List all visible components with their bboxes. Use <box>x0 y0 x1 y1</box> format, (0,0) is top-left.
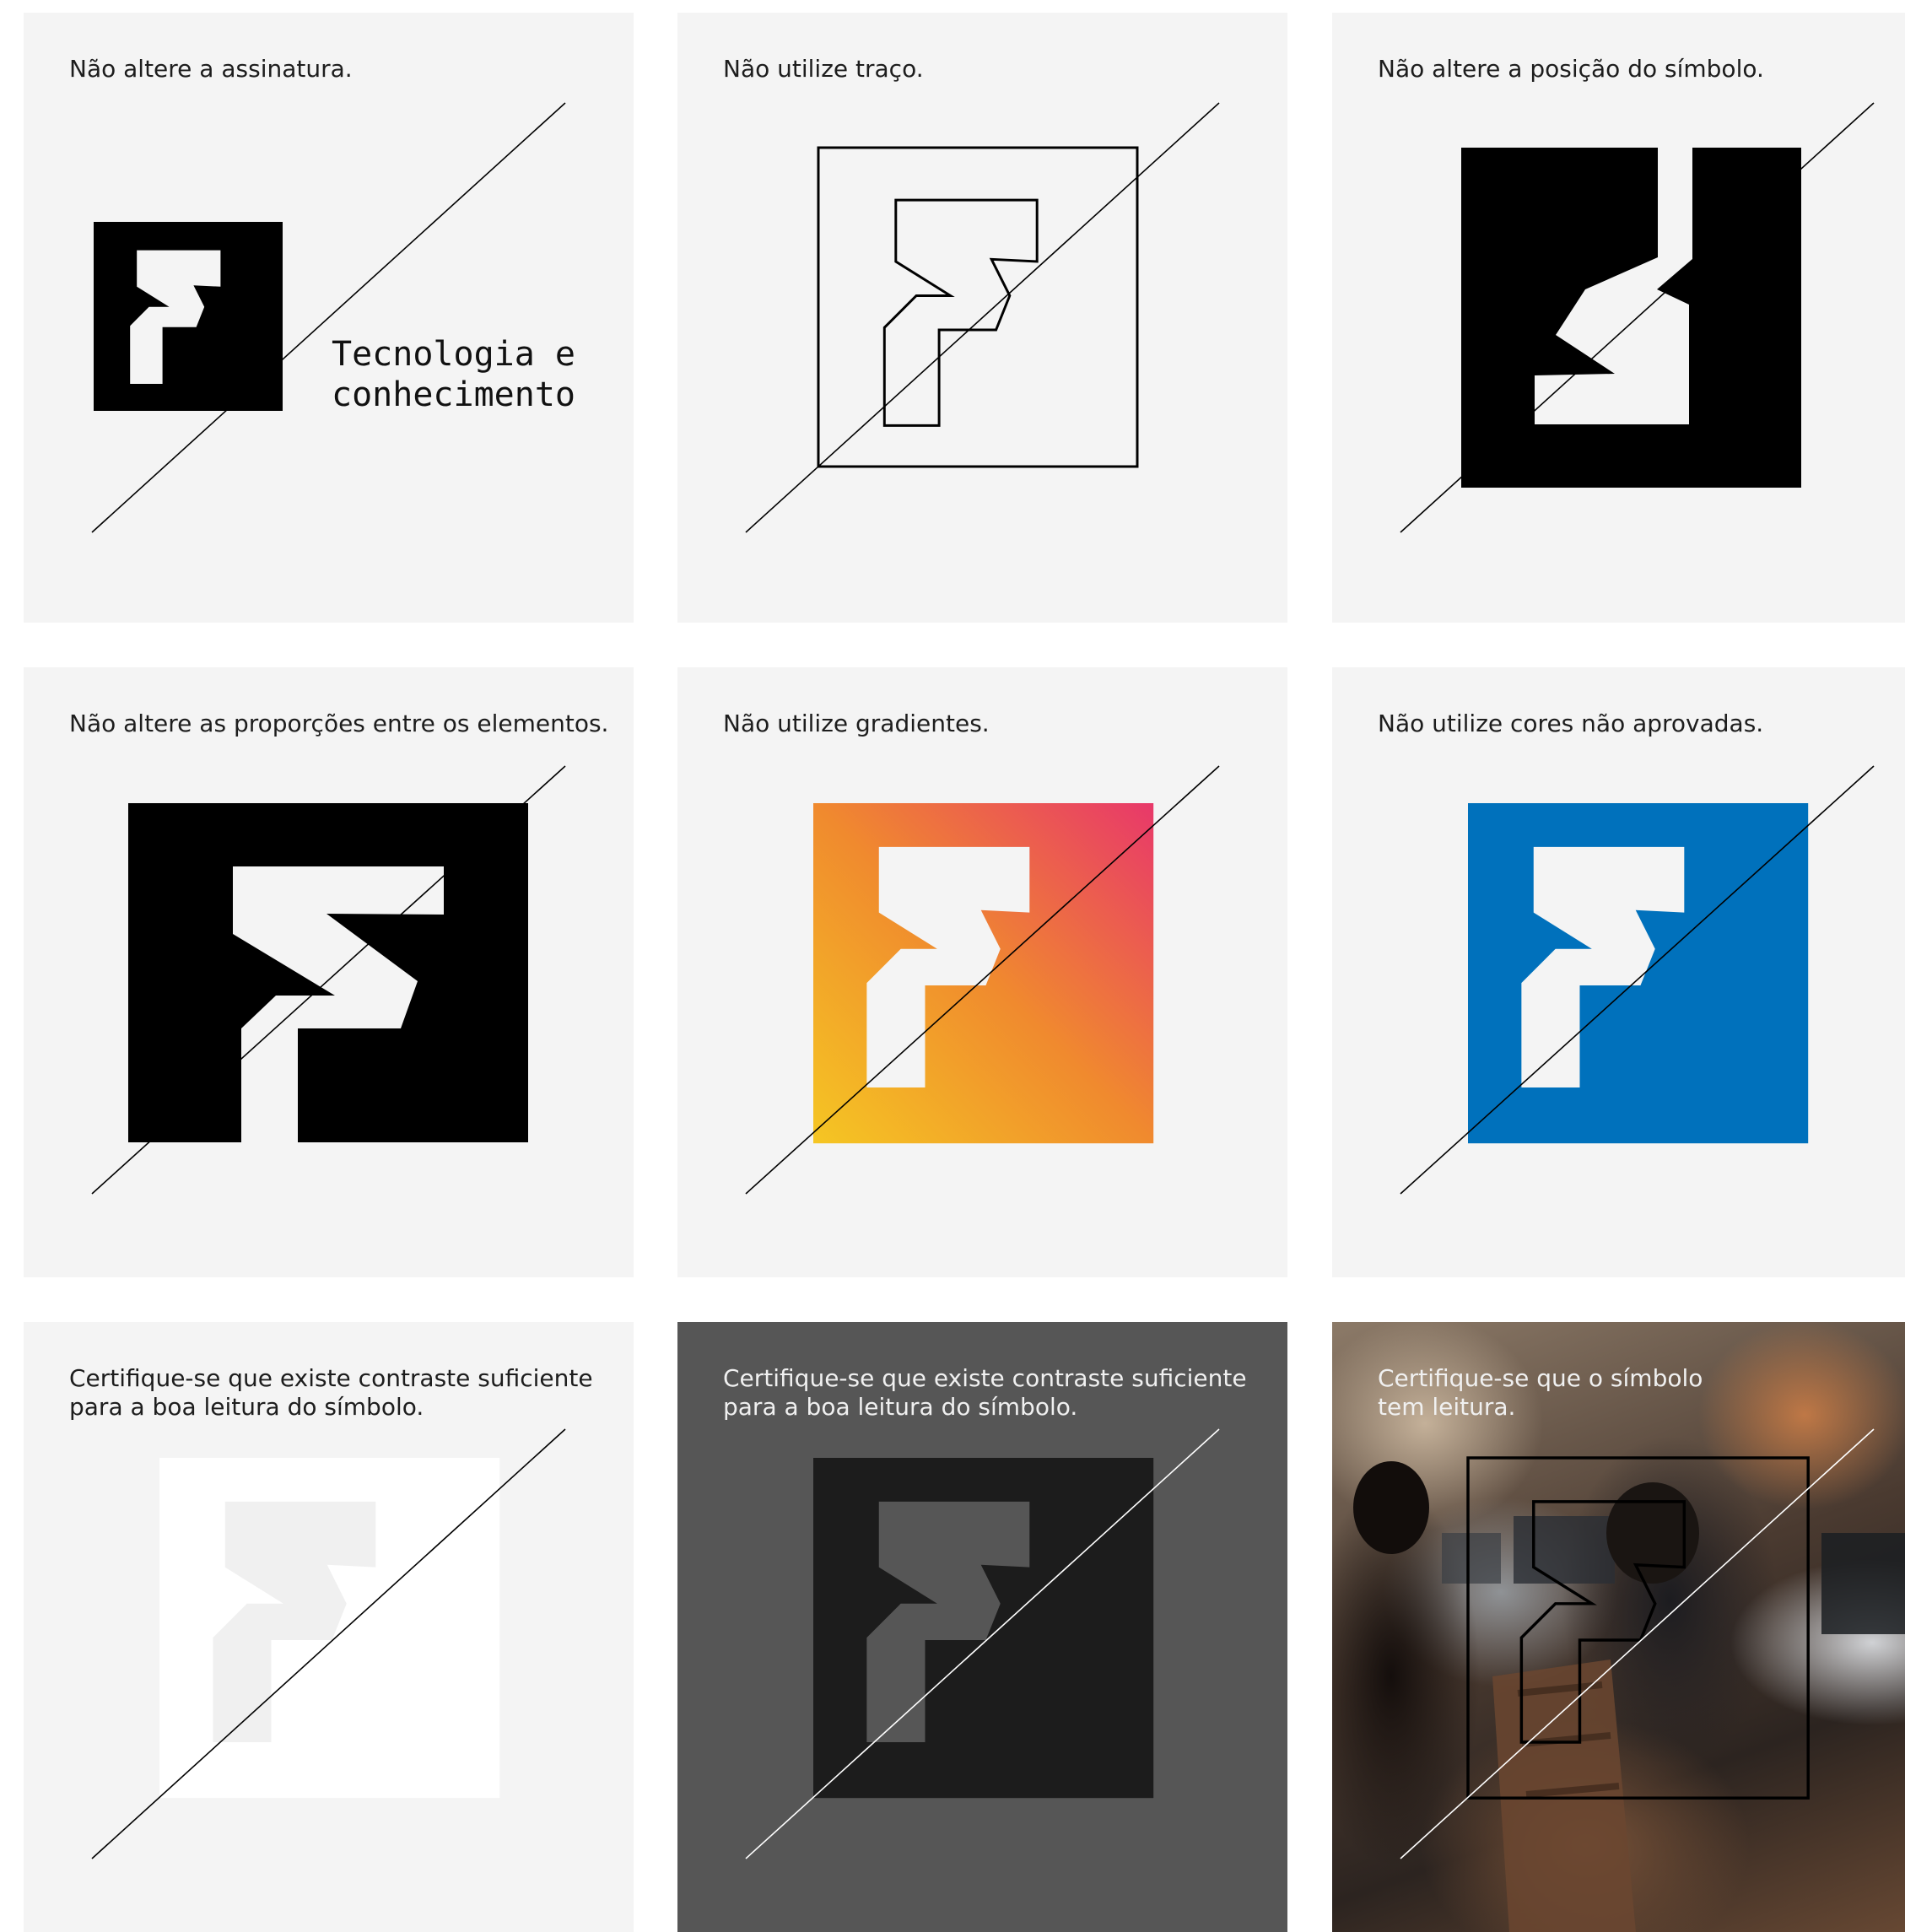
logo-artwork <box>745 765 1220 1195</box>
logo-symbol-outlined <box>1466 1456 1810 1800</box>
logo-symbol <box>94 222 283 411</box>
card-photo-readability: Certifique-se que o símbolo tem leitura. <box>1332 1322 1905 1932</box>
card-unapproved-color: Não utilize cores não aprovadas. <box>1332 667 1905 1277</box>
card-symbol-position: Não altere a posição do símbolo. <box>1332 13 1905 623</box>
card-contrast-dark: Certifique-se que existe contraste sufic… <box>677 1322 1287 1932</box>
logo-artwork <box>1400 765 1875 1195</box>
logo-artwork: Tecnologia e conhecimento <box>91 102 575 533</box>
card-no-stroke: Não utilize traço. <box>677 13 1287 623</box>
logo-symbol-gradient <box>813 803 1154 1144</box>
logo-artwork <box>1400 1428 1875 1859</box>
strike-line <box>745 102 1220 533</box>
logo-symbol-blue <box>1468 803 1809 1144</box>
strike-line <box>1400 1428 1875 1859</box>
logo-artwork <box>91 1428 566 1859</box>
card-gradient: Não utilize gradientes. <box>677 667 1287 1277</box>
logo-artwork <box>745 102 1220 533</box>
logo-tagline-line2: conhecimento <box>332 375 575 414</box>
card-signature: Não altere a assinatura. Tecnologia e co… <box>24 13 634 623</box>
logo-symbol-low-contrast <box>159 1458 500 1799</box>
logo-symbol-low-contrast <box>813 1458 1154 1799</box>
logo-symbol-outlined <box>817 146 1139 468</box>
logo-artwork <box>1400 102 1875 533</box>
logo-tagline-line1: Tecnologia e <box>332 335 575 374</box>
logo-artwork <box>91 765 566 1195</box>
card-contrast-light: Certifique-se que existe contraste sufic… <box>24 1322 634 1932</box>
card-proportions: Não altere as proporções entre os elemen… <box>24 667 634 1277</box>
logo-artwork <box>745 1428 1220 1859</box>
logo-symbol-rotated <box>1461 148 1801 488</box>
